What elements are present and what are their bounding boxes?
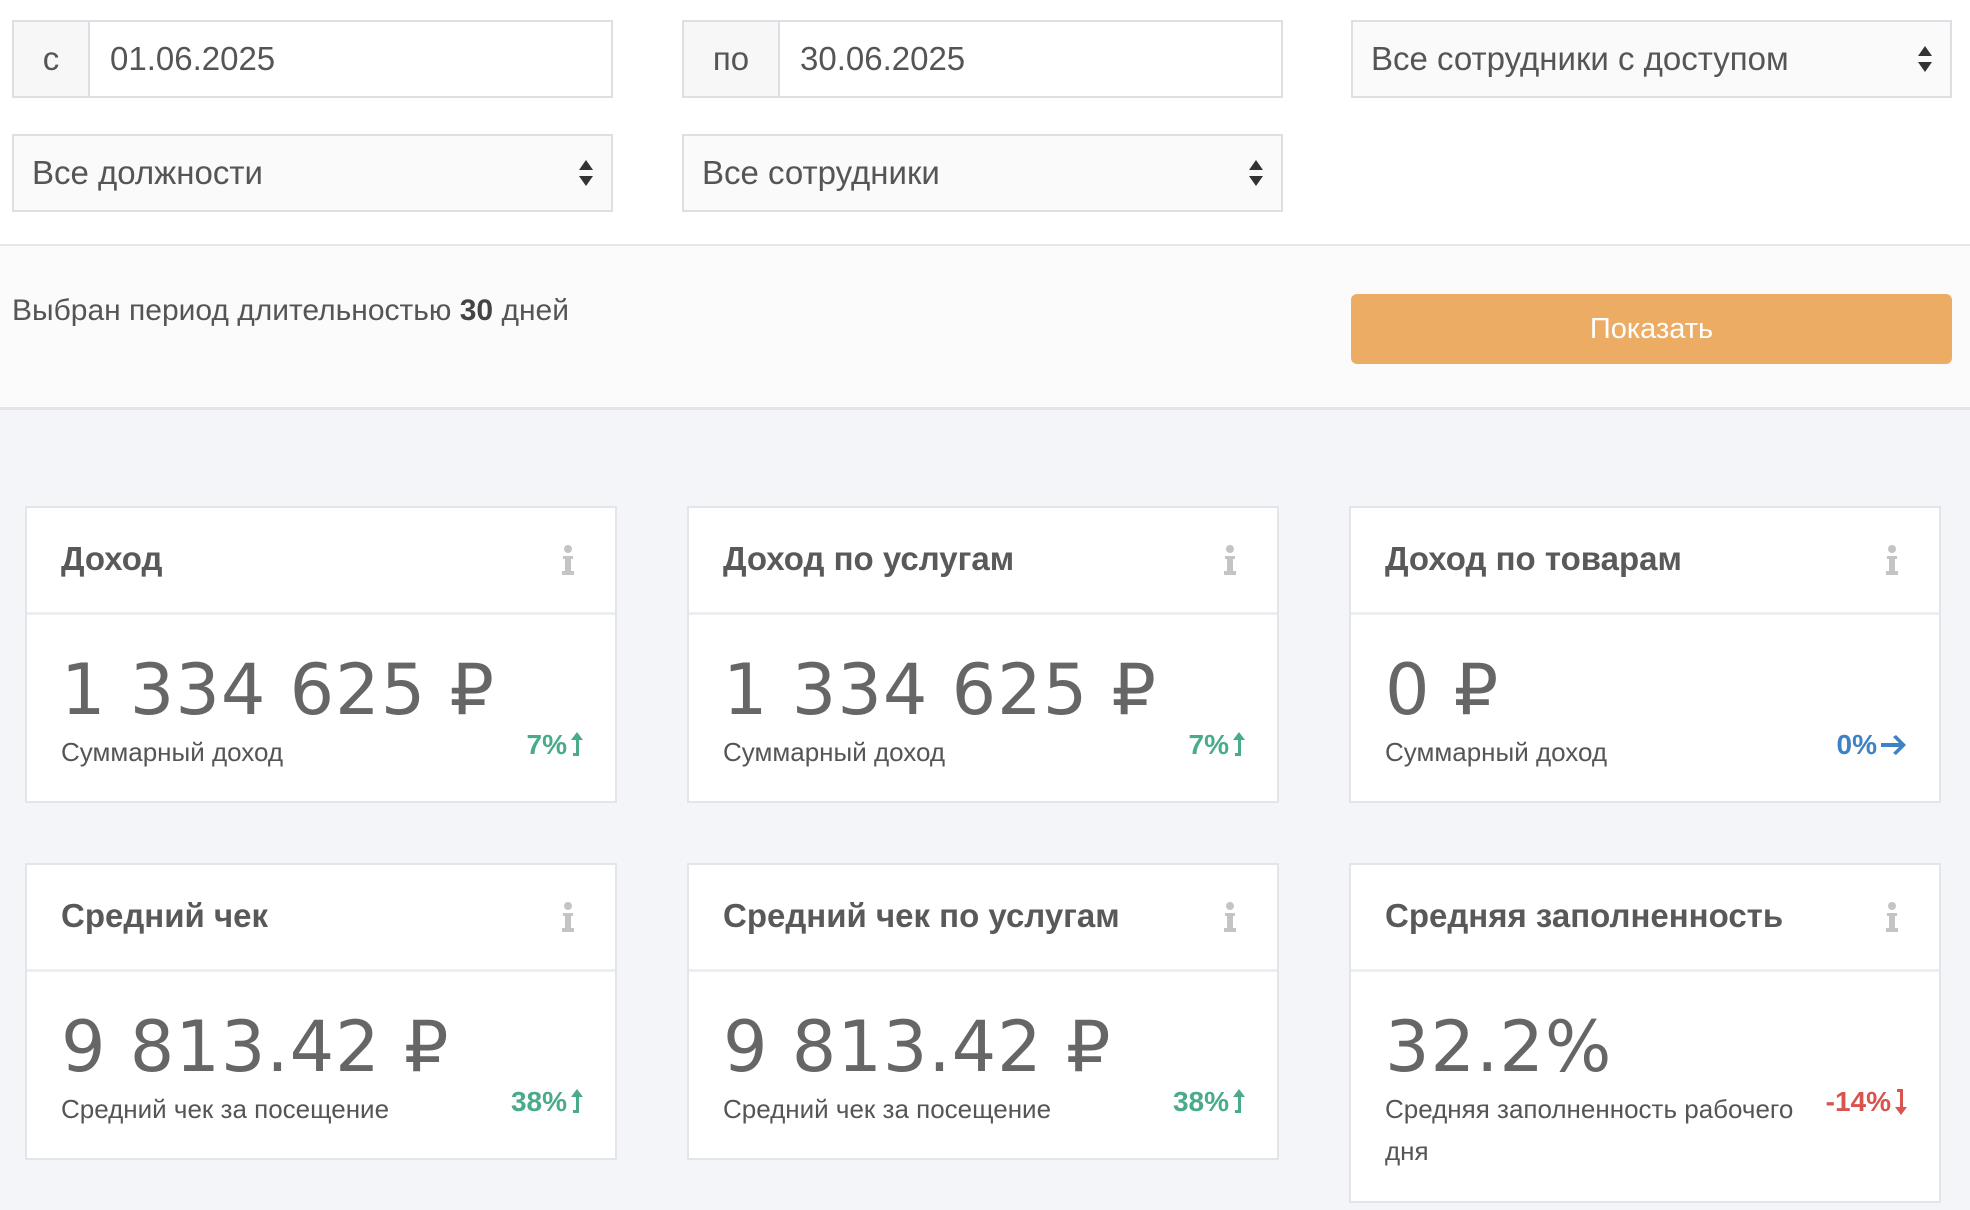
card-value: 1 334 625 ₽ (723, 649, 1158, 731)
card-delta: 0% (1837, 729, 1909, 761)
select-arrows-icon (1918, 46, 1932, 72)
card-average-check: Средний чек 9 813.42 ₽ Средний чек за по… (25, 863, 617, 1160)
show-button[interactable]: Показать (1351, 294, 1952, 364)
card-delta: 38% (1173, 1086, 1247, 1118)
delta-value: 38% (510, 1086, 567, 1117)
card-value: 1 334 625 ₽ (61, 649, 496, 731)
arrow-up-icon (1233, 1089, 1245, 1113)
employees-select-value: Все сотрудники (702, 154, 940, 191)
period-days: 30 (459, 294, 494, 327)
period-suffix: дней (501, 294, 569, 327)
card-goods-income: Доход по товарам 0 ₽ Суммарный доход 0% (1349, 506, 1941, 803)
card-header: Средняя заполненность (1351, 865, 1939, 972)
positions-select[interactable]: Все должности (12, 134, 613, 212)
info-icon[interactable] (1223, 901, 1237, 933)
card-title: Доход по товарам (1385, 540, 1682, 577)
positions-select-value: Все должности (32, 154, 263, 191)
date-to-field[interactable]: по 30.06.2025 (682, 20, 1283, 98)
card-value: 9 813.42 ₽ (61, 1006, 450, 1088)
arrow-up-icon (1233, 732, 1245, 756)
select-arrows-icon (579, 160, 593, 186)
card-header: Доход (27, 508, 615, 615)
period-summary: Выбран период длительностью 30 дней (12, 294, 569, 328)
delta-value: -14% (1825, 1086, 1891, 1117)
card-income: Доход 1 334 625 ₽ Суммарный доход 7% (25, 506, 617, 803)
filters-panel: с 01.06.2025 по 30.06.2025 Все сотрудник… (0, 0, 1970, 246)
date-to-prefix: по (684, 22, 780, 96)
card-services-average-check: Средний чек по услугам 9 813.42 ₽ Средни… (687, 863, 1279, 1160)
info-icon[interactable] (561, 544, 575, 576)
action-bar: Выбран период длительностью 30 дней Пока… (0, 246, 1970, 410)
delta-value: 0% (1836, 729, 1877, 760)
card-title: Доход по услугам (723, 540, 1015, 577)
arrow-up-icon (571, 1089, 583, 1113)
card-delta: 38% (511, 1086, 585, 1118)
info-icon[interactable] (1885, 544, 1899, 576)
card-caption: Средний чек за посещение (61, 1094, 390, 1124)
delta-value: 7% (526, 729, 567, 760)
card-average-occupancy: Средняя заполненность 32.2% Средняя запо… (1349, 863, 1941, 1203)
delta-value: 38% (1172, 1086, 1229, 1117)
employees-select[interactable]: Все сотрудники (682, 134, 1283, 212)
card-caption: Суммарный доход (61, 737, 284, 767)
arrow-up-icon (571, 732, 583, 756)
info-icon[interactable] (1885, 901, 1899, 933)
date-from-field[interactable]: с 01.06.2025 (12, 20, 613, 98)
card-title: Доход (61, 540, 163, 577)
card-delta: 7% (1189, 729, 1247, 761)
card-value: 32.2% (1385, 1006, 1613, 1088)
card-caption: Суммарный доход (723, 737, 946, 767)
period-prefix: Выбран период длительностью (12, 294, 452, 327)
info-icon[interactable] (561, 901, 575, 933)
delta-value: 7% (1188, 729, 1229, 760)
card-header: Доход по товарам (1351, 508, 1939, 615)
card-services-income: Доход по услугам 1 334 625 ₽ Суммарный д… (687, 506, 1279, 803)
select-arrows-icon (1249, 160, 1263, 186)
card-caption: Суммарный доход (1385, 737, 1608, 767)
info-icon[interactable] (1223, 544, 1237, 576)
card-header: Средний чек (27, 865, 615, 972)
card-title: Средняя заполненность (1385, 897, 1784, 934)
access-employees-select-value: Все сотрудники с доступом (1371, 40, 1789, 77)
card-caption: Средний чек за посещение (723, 1094, 1052, 1124)
date-to-value[interactable]: 30.06.2025 (780, 40, 965, 78)
card-header: Доход по услугам (689, 508, 1277, 615)
card-delta: 7% (527, 729, 585, 761)
card-header: Средний чек по услугам (689, 865, 1277, 972)
card-title: Средний чек (61, 897, 268, 934)
arrow-down-icon (1895, 1089, 1907, 1115)
card-delta: -14% (1826, 1086, 1909, 1118)
arrow-right-icon (1881, 735, 1906, 755)
card-value: 9 813.42 ₽ (723, 1006, 1112, 1088)
date-from-prefix: с (14, 22, 90, 96)
access-employees-select[interactable]: Все сотрудники с доступом (1351, 20, 1952, 98)
date-from-value[interactable]: 01.06.2025 (90, 40, 275, 78)
card-value: 0 ₽ (1385, 649, 1500, 731)
card-caption: Средняя заполненность рабочего дня (1385, 1094, 1794, 1166)
card-title: Средний чек по услугам (723, 897, 1120, 934)
